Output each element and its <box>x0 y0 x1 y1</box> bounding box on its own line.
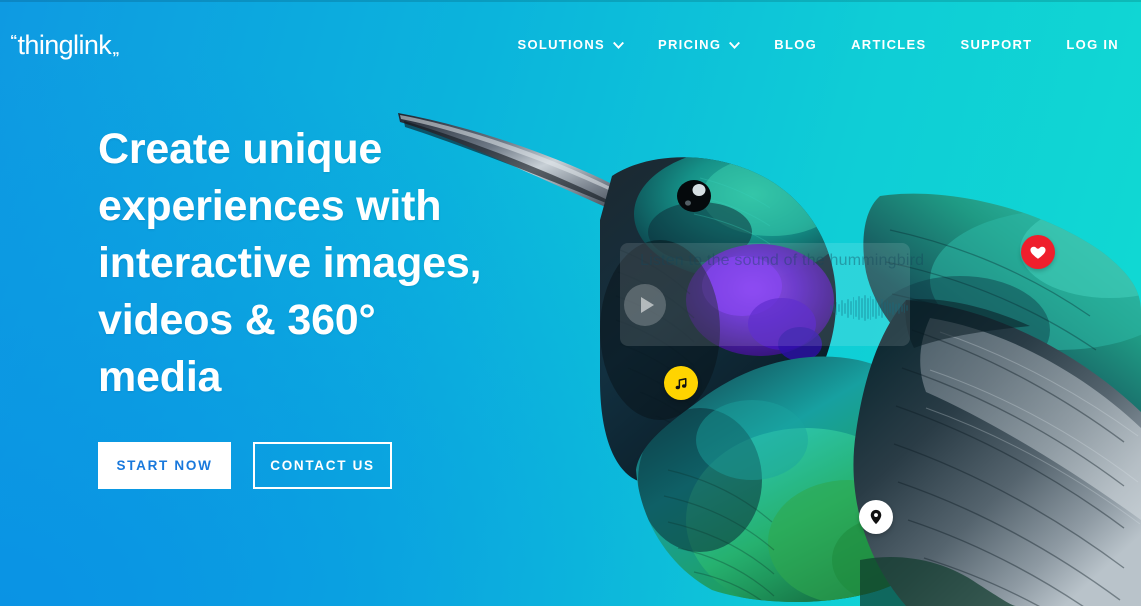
waveform-bar <box>858 296 861 320</box>
waveform-bar <box>880 298 883 318</box>
waveform-bar <box>906 305 909 311</box>
nav-item-pricing[interactable]: PRICING <box>641 37 757 52</box>
play-triangle <box>640 297 654 313</box>
waveform-bar <box>892 301 895 315</box>
headline-line-1: Create unique <box>98 125 383 173</box>
headline-line-5: media <box>98 353 222 401</box>
nav-label-login: LOG IN <box>1066 37 1119 52</box>
waveform-bar <box>875 297 878 319</box>
logo-wordmark: thinglink <box>17 30 112 60</box>
waveform-bar <box>903 303 906 313</box>
waveform-bar <box>832 303 835 313</box>
map-pin-icon <box>867 508 885 526</box>
waveform-bar <box>841 300 844 316</box>
waveform-bar <box>897 302 900 314</box>
nav-label-articles: ARTICLES <box>851 37 927 52</box>
waveform-bar <box>846 298 849 318</box>
cta-row: START NOW CONTACT US <box>98 442 568 489</box>
waveform-bar <box>849 301 852 315</box>
waveform-bar <box>861 298 863 318</box>
chevron-down-icon <box>613 40 625 51</box>
headline-line-2: experiences with <box>98 182 442 230</box>
site-header: “ thinglink „ SOLUTIONS PRICING BLOG ART… <box>0 0 1141 92</box>
waveform-bar <box>878 300 880 316</box>
waveform-bar <box>889 303 892 313</box>
waveform-bar <box>844 302 846 314</box>
waveform-bar <box>886 300 889 316</box>
main-navigation: SOLUTIONS PRICING BLOG ARTICLES SUPPORT … <box>500 37 1119 52</box>
waveform-bar <box>852 297 855 319</box>
waveform-bar <box>883 302 886 314</box>
nav-item-solutions[interactable]: SOLUTIONS <box>500 37 641 52</box>
nav-item-support[interactable]: SUPPORT <box>943 37 1049 52</box>
waveform-bar <box>895 304 897 312</box>
headline-line-4: videos & 360° <box>98 296 376 344</box>
waveform-bar <box>835 301 838 315</box>
tag-pin[interactable] <box>859 500 893 534</box>
thinglink-logo[interactable]: “ thinglink „ <box>10 30 120 60</box>
nav-label-blog: BLOG <box>774 37 818 52</box>
nav-label-support: SUPPORT <box>960 37 1033 52</box>
top-edge-rule <box>0 0 1141 2</box>
nav-item-login[interactable]: LOG IN <box>1049 37 1119 52</box>
hero-content: Create unique experiences with interacti… <box>98 121 568 489</box>
page-title: Create unique experiences with interacti… <box>98 121 568 406</box>
waveform-bar <box>863 295 866 321</box>
nav-label-solutions: SOLUTIONS <box>517 37 606 52</box>
play-icon[interactable] <box>624 284 666 326</box>
headline-line-3: interactive images, <box>98 239 482 287</box>
logo-quote-close: „ <box>112 41 119 58</box>
music-note-icon <box>673 375 690 392</box>
chevron-down-icon <box>729 40 741 51</box>
hero-page: Listen to the sound of the hummingbird “… <box>0 0 1141 606</box>
audio-player-title: Listen to the sound of the hummingbird <box>640 252 925 269</box>
waveform-bar <box>869 296 872 320</box>
waveform-bar <box>855 299 858 317</box>
nav-item-blog[interactable]: BLOG <box>757 37 834 52</box>
start-now-button[interactable]: START NOW <box>98 442 231 489</box>
waveform-bar <box>838 304 841 312</box>
nav-label-pricing: PRICING <box>658 37 722 52</box>
nav-item-articles[interactable]: ARTICLES <box>834 37 943 52</box>
tag-heart[interactable] <box>1021 235 1055 269</box>
waveform-bar <box>900 304 903 312</box>
waveform-bar <box>830 305 832 311</box>
heart-icon <box>1029 243 1047 261</box>
waveform-bar <box>866 297 869 319</box>
tag-music[interactable] <box>664 366 698 400</box>
contact-us-button[interactable]: CONTACT US <box>253 442 392 489</box>
waveform-bar <box>872 299 875 317</box>
logo-quote-open: “ <box>10 32 17 49</box>
audio-player-card <box>620 243 910 346</box>
audio-waveform <box>830 294 909 322</box>
